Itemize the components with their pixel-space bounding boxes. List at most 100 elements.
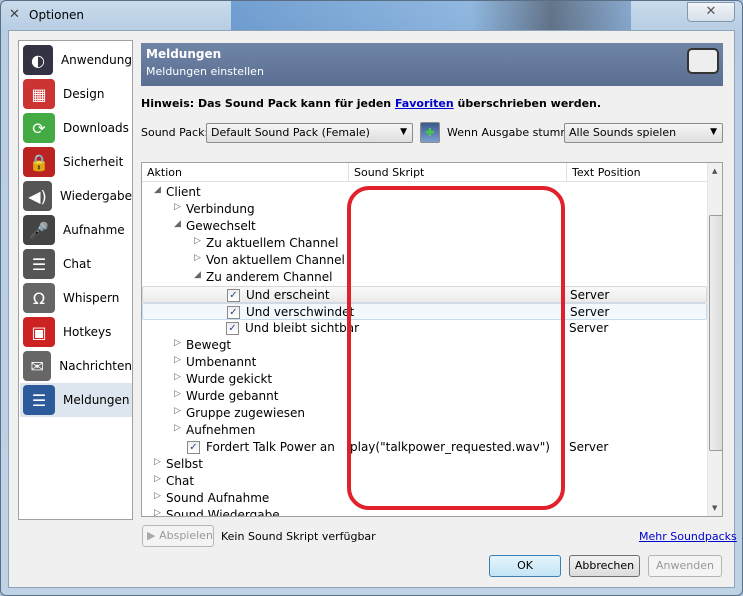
- favorites-link[interactable]: Favoriten: [395, 97, 454, 110]
- collapsed-arrow-icon[interactable]: ▷: [174, 389, 181, 399]
- hint-prefix: Hinweis: Das Sound Pack kann für jeden: [141, 97, 395, 110]
- sidebar-item-label: Aufnahme: [63, 223, 125, 237]
- column-header-sound-script[interactable]: Sound Skript: [349, 163, 567, 182]
- row-label: Aufnehmen: [186, 423, 256, 437]
- downloads-icon: ⟳: [23, 113, 55, 143]
- checkbox[interactable]: ✓: [187, 441, 200, 454]
- close-icon: ✕: [705, 4, 717, 19]
- hint-suffix: überschrieben werden.: [453, 97, 602, 110]
- tools-icon: ✕: [9, 7, 20, 22]
- hotkeys-icon: ▣: [23, 317, 55, 347]
- messages-icon: ✉: [23, 351, 52, 381]
- speaker-icon: ◀): [23, 181, 52, 211]
- window-title: Optionen: [29, 8, 85, 22]
- expanded-arrow-icon[interactable]: ◢: [174, 219, 181, 229]
- background-wallpaper: [231, 1, 631, 31]
- ok-button[interactable]: OK: [489, 555, 561, 577]
- sidebar-item-downloads[interactable]: ⟳ Downloads: [20, 111, 132, 145]
- chevron-down-icon: ▼: [710, 127, 717, 137]
- section-subtitle: Meldungen einstellen: [146, 65, 264, 78]
- scrollbar-thumb[interactable]: [709, 215, 722, 451]
- palette-icon: ▦: [23, 79, 55, 109]
- sidebar-item-chat[interactable]: ☰ Chat: [20, 247, 132, 281]
- section-title: Meldungen: [146, 47, 222, 61]
- collapsed-arrow-icon[interactable]: ▷: [174, 338, 181, 348]
- sound-pack-manage-button[interactable]: ✚: [420, 122, 440, 143]
- puzzle-icon: ✚: [425, 126, 435, 139]
- row-label: Von aktuellem Channel: [206, 253, 345, 267]
- scroll-down-icon[interactable]: ▼: [712, 504, 717, 512]
- sound-pack-select[interactable]: Default Sound Pack (Female) ▼: [206, 123, 413, 143]
- checkbox[interactable]: ✓: [227, 306, 240, 319]
- row-label: Umbenannt: [186, 355, 257, 369]
- collapsed-arrow-icon[interactable]: ▷: [154, 491, 161, 501]
- row-label: Bewegt: [186, 338, 232, 352]
- sidebar-item-anwendung[interactable]: ◐ Anwendung: [20, 43, 132, 77]
- play-button[interactable]: ▶ Abspielen: [142, 525, 214, 547]
- sidebar-item-label: Whispern: [63, 291, 120, 305]
- collapsed-arrow-icon[interactable]: ▷: [194, 236, 201, 246]
- collapsed-arrow-icon[interactable]: ▷: [174, 423, 181, 433]
- row-label: Selbst: [166, 457, 203, 471]
- sidebar-item-design[interactable]: ▦ Design: [20, 77, 132, 111]
- collapsed-arrow-icon[interactable]: ▷: [174, 406, 181, 416]
- apply-button[interactable]: Anwenden: [648, 555, 722, 577]
- collapsed-arrow-icon[interactable]: ▷: [174, 372, 181, 382]
- cancel-button[interactable]: Abbrechen: [569, 555, 640, 577]
- row-label: Fordert Talk Power an: [206, 440, 335, 454]
- sidebar-item-label: Wiedergabe: [59, 189, 132, 203]
- sidebar-item-wiedergabe[interactable]: ◀) Wiedergabe: [20, 179, 132, 213]
- row-label: Chat: [166, 474, 195, 488]
- sidebar-item-label: Nachrichten: [59, 359, 132, 373]
- sidebar-item-hotkeys[interactable]: ▣ Hotkeys: [20, 315, 132, 349]
- play-label: Abspielen: [159, 529, 213, 542]
- close-button[interactable]: ✕: [687, 2, 735, 22]
- text-position-cell: Server: [570, 305, 610, 319]
- collapsed-arrow-icon[interactable]: ▷: [154, 474, 161, 484]
- more-soundpacks-link[interactable]: Mehr Soundpacks: [639, 530, 737, 543]
- vertical-scrollbar[interactable]: ▲ ▼: [707, 163, 722, 516]
- checkbox[interactable]: ✓: [226, 322, 239, 335]
- hint-text: Hinweis: Das Sound Pack kann für jeden F…: [141, 97, 601, 110]
- chevron-down-icon: ▼: [400, 127, 407, 137]
- row-label: Client: [166, 185, 201, 199]
- notifications-icon: ☰: [23, 385, 55, 415]
- row-label: Sound Wiedergabe: [166, 508, 280, 517]
- mute-select[interactable]: Alle Sounds spielen ▼: [564, 123, 723, 143]
- sidebar-item-nachrichten[interactable]: ✉ Nachrichten: [20, 349, 132, 383]
- collapsed-arrow-icon[interactable]: ▷: [174, 202, 181, 212]
- expanded-arrow-icon[interactable]: ◢: [154, 185, 161, 195]
- collapsed-arrow-icon[interactable]: ▷: [174, 355, 181, 365]
- row-label: Wurde gebannt: [186, 389, 279, 403]
- row-label: Zu aktuellem Channel: [206, 236, 339, 250]
- row-label: Verbindung: [186, 202, 255, 216]
- row-label: Und verschwindet: [246, 305, 355, 319]
- section-banner: Meldungen Meldungen einstellen: [141, 43, 723, 86]
- teamspeak-icon: ◐: [23, 45, 53, 75]
- row-label: Und bleibt sichtbar: [245, 321, 360, 335]
- sidebar-item-label: Meldungen: [63, 393, 130, 407]
- row-label: Wurde gekickt: [186, 372, 273, 386]
- sidebar-item-sicherheit[interactable]: 🔒 Sicherheit: [20, 145, 132, 179]
- checkbox[interactable]: ✓: [227, 289, 240, 302]
- collapsed-arrow-icon[interactable]: ▷: [154, 508, 161, 516]
- lock-icon: 🔒: [23, 147, 55, 177]
- sidebar-item-label: Sicherheit: [63, 155, 124, 169]
- sidebar-item-whispern[interactable]: Ω Whispern: [20, 281, 132, 315]
- sound-pack-value: Default Sound Pack (Female): [211, 126, 370, 139]
- sidebar-item-aufnahme[interactable]: 🎤 Aufnahme: [20, 213, 132, 247]
- collapsed-arrow-icon[interactable]: ▷: [154, 457, 161, 467]
- scroll-up-icon[interactable]: ▲: [712, 167, 717, 175]
- text-position-cell: Server: [569, 440, 609, 454]
- row-label: Gewechselt: [186, 219, 256, 233]
- column-header-action[interactable]: Aktion: [142, 163, 349, 182]
- sidebar-item-meldungen[interactable]: ☰ Meldungen: [20, 383, 132, 417]
- play-icon: ▶: [147, 529, 156, 542]
- expanded-arrow-icon[interactable]: ◢: [194, 270, 201, 280]
- row-label: Zu anderem Channel: [206, 270, 333, 284]
- collapsed-arrow-icon[interactable]: ▷: [194, 253, 201, 263]
- mute-value: Alle Sounds spielen: [569, 126, 677, 139]
- notifications-icon: [687, 48, 719, 74]
- column-header-text-position[interactable]: Text Position: [567, 163, 708, 182]
- headset-icon: Ω: [23, 283, 55, 313]
